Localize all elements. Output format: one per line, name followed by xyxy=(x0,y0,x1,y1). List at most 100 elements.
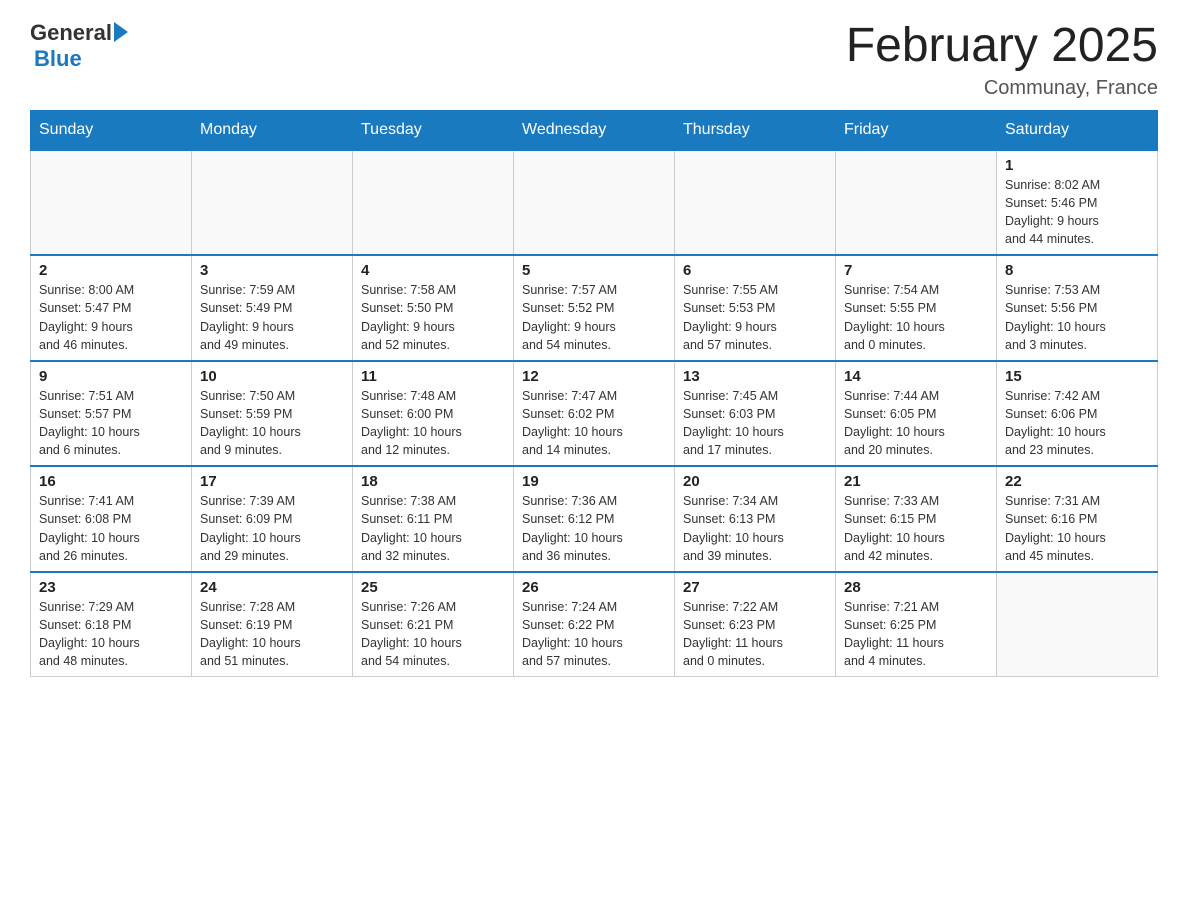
calendar-cell xyxy=(192,150,353,256)
title-block: February 2025 Communay, France xyxy=(846,20,1158,100)
calendar-cell: 16Sunrise: 7:41 AM Sunset: 6:08 PM Dayli… xyxy=(31,466,192,572)
calendar-cell: 15 Sunrise: 7:42 AM Sunset: 6:06 PM Dayli… xyxy=(997,361,1158,467)
day-number: 17 xyxy=(200,473,344,490)
calendar-week-row: 16Sunrise: 7:41 AM Sunset: 6:08 PM Dayli… xyxy=(31,466,1158,572)
day-info: Sunrise: 8:00 AM Sunset: 5:47 PM Dayligh… xyxy=(39,281,183,354)
calendar-cell: 26 Sunrise: 7:24 AM Sunset: 6:22 PM Dayli… xyxy=(514,572,675,677)
day-number: 25 xyxy=(361,579,505,596)
logo-general-text: General xyxy=(30,20,112,46)
day-number: 15 xyxy=(1005,368,1149,385)
calendar-cell: 18 Sunrise: 7:38 AM Sunset: 6:11 PM Dayli… xyxy=(353,466,514,572)
day-number: 16 xyxy=(39,473,183,490)
day-info: Sunrise: 7:42 AM Sunset: 6:06 PM Dayligh… xyxy=(1005,387,1149,460)
weekday-header-monday: Monday xyxy=(192,110,353,150)
day-info: Sunrise: 7:59 AM Sunset: 5:49 PM Dayligh… xyxy=(200,281,344,354)
calendar-week-row: 9 Sunrise: 7:51 AM Sunset: 5:57 PM Daylig… xyxy=(31,361,1158,467)
day-number: 27 xyxy=(683,579,827,596)
calendar-cell: 22Sunrise: 7:31 AM Sunset: 6:16 PM Dayli… xyxy=(997,466,1158,572)
day-info: Sunrise: 7:38 AM Sunset: 6:11 PM Dayligh… xyxy=(361,492,505,565)
day-info: Sunrise: 7:26 AM Sunset: 6:21 PM Dayligh… xyxy=(361,598,505,671)
day-number: 21 xyxy=(844,473,988,490)
day-info: Sunrise: 7:21 AM Sunset: 6:25 PM Dayligh… xyxy=(844,598,988,671)
day-number: 11 xyxy=(361,368,505,385)
calendar-cell: 3 Sunrise: 7:59 AM Sunset: 5:49 PM Daylig… xyxy=(192,255,353,361)
calendar-cell xyxy=(31,150,192,256)
day-number: 18 xyxy=(361,473,505,490)
weekday-header-saturday: Saturday xyxy=(997,110,1158,150)
day-info: Sunrise: 7:44 AM Sunset: 6:05 PM Dayligh… xyxy=(844,387,988,460)
calendar-cell: 25 Sunrise: 7:26 AM Sunset: 6:21 PM Dayli… xyxy=(353,572,514,677)
calendar-cell: 14 Sunrise: 7:44 AM Sunset: 6:05 PM Dayli… xyxy=(836,361,997,467)
day-info: Sunrise: 7:34 AM Sunset: 6:13 PM Dayligh… xyxy=(683,492,827,565)
logo-arrow-icon xyxy=(114,22,128,42)
day-number: 2 xyxy=(39,262,183,279)
day-number: 8 xyxy=(1005,262,1149,279)
day-number: 26 xyxy=(522,579,666,596)
day-number: 1 xyxy=(1005,157,1149,174)
calendar-cell: 2 Sunrise: 8:00 AM Sunset: 5:47 PM Daylig… xyxy=(31,255,192,361)
calendar-cell: 6Sunrise: 7:55 AM Sunset: 5:53 PM Daylig… xyxy=(675,255,836,361)
calendar-week-row: 2 Sunrise: 8:00 AM Sunset: 5:47 PM Daylig… xyxy=(31,255,1158,361)
day-info: Sunrise: 7:33 AM Sunset: 6:15 PM Dayligh… xyxy=(844,492,988,565)
day-number: 14 xyxy=(844,368,988,385)
day-info: Sunrise: 7:39 AM Sunset: 6:09 PM Dayligh… xyxy=(200,492,344,565)
day-number: 9 xyxy=(39,368,183,385)
day-number: 28 xyxy=(844,579,988,596)
day-info: Sunrise: 7:24 AM Sunset: 6:22 PM Dayligh… xyxy=(522,598,666,671)
calendar-cell: 4 Sunrise: 7:58 AM Sunset: 5:50 PM Daylig… xyxy=(353,255,514,361)
calendar-week-row: 23Sunrise: 7:29 AM Sunset: 6:18 PM Dayli… xyxy=(31,572,1158,677)
day-info: Sunrise: 8:02 AM Sunset: 5:46 PM Dayligh… xyxy=(1005,176,1149,249)
day-number: 3 xyxy=(200,262,344,279)
calendar-cell: 11 Sunrise: 7:48 AM Sunset: 6:00 PM Dayli… xyxy=(353,361,514,467)
day-info: Sunrise: 7:53 AM Sunset: 5:56 PM Dayligh… xyxy=(1005,281,1149,354)
calendar-cell: 12Sunrise: 7:47 AM Sunset: 6:02 PM Dayli… xyxy=(514,361,675,467)
calendar-cell: 5 Sunrise: 7:57 AM Sunset: 5:52 PM Daylig… xyxy=(514,255,675,361)
calendar-cell xyxy=(675,150,836,256)
day-number: 20 xyxy=(683,473,827,490)
logo-blue-text: Blue xyxy=(34,46,82,72)
day-info: Sunrise: 7:58 AM Sunset: 5:50 PM Dayligh… xyxy=(361,281,505,354)
weekday-header-thursday: Thursday xyxy=(675,110,836,150)
weekday-header-wednesday: Wednesday xyxy=(514,110,675,150)
calendar-cell: 24Sunrise: 7:28 AM Sunset: 6:19 PM Dayli… xyxy=(192,572,353,677)
day-info: Sunrise: 7:47 AM Sunset: 6:02 PM Dayligh… xyxy=(522,387,666,460)
month-title: February 2025 xyxy=(846,20,1158,73)
calendar-cell xyxy=(836,150,997,256)
calendar-cell: 21 Sunrise: 7:33 AM Sunset: 6:15 PM Dayli… xyxy=(836,466,997,572)
calendar-cell: 13Sunrise: 7:45 AM Sunset: 6:03 PM Dayli… xyxy=(675,361,836,467)
weekday-header-friday: Friday xyxy=(836,110,997,150)
page-header: General Blue February 2025 Communay, Fra… xyxy=(30,20,1158,100)
day-info: Sunrise: 7:48 AM Sunset: 6:00 PM Dayligh… xyxy=(361,387,505,460)
calendar-cell: 1 Sunrise: 8:02 AM Sunset: 5:46 PM Daylig… xyxy=(997,150,1158,256)
calendar-cell xyxy=(997,572,1158,677)
calendar-cell: 23Sunrise: 7:29 AM Sunset: 6:18 PM Dayli… xyxy=(31,572,192,677)
calendar-cell xyxy=(514,150,675,256)
day-info: Sunrise: 7:57 AM Sunset: 5:52 PM Dayligh… xyxy=(522,281,666,354)
calendar-cell: 7Sunrise: 7:54 AM Sunset: 5:55 PM Daylig… xyxy=(836,255,997,361)
logo: General Blue xyxy=(30,20,128,72)
day-info: Sunrise: 7:54 AM Sunset: 5:55 PM Dayligh… xyxy=(844,281,988,354)
calendar-cell: 27 Sunrise: 7:22 AM Sunset: 6:23 PM Dayli… xyxy=(675,572,836,677)
day-info: Sunrise: 7:22 AM Sunset: 6:23 PM Dayligh… xyxy=(683,598,827,671)
calendar-cell: 28 Sunrise: 7:21 AM Sunset: 6:25 PM Dayli… xyxy=(836,572,997,677)
day-info: Sunrise: 7:36 AM Sunset: 6:12 PM Dayligh… xyxy=(522,492,666,565)
weekday-header-tuesday: Tuesday xyxy=(353,110,514,150)
calendar-table: SundayMondayTuesdayWednesdayThursdayFrid… xyxy=(30,110,1158,678)
calendar-cell: 17 Sunrise: 7:39 AM Sunset: 6:09 PM Dayli… xyxy=(192,466,353,572)
calendar-cell: 20 Sunrise: 7:34 AM Sunset: 6:13 PM Dayli… xyxy=(675,466,836,572)
day-number: 6 xyxy=(683,262,827,279)
day-info: Sunrise: 7:28 AM Sunset: 6:19 PM Dayligh… xyxy=(200,598,344,671)
day-number: 5 xyxy=(522,262,666,279)
day-info: Sunrise: 7:29 AM Sunset: 6:18 PM Dayligh… xyxy=(39,598,183,671)
day-info: Sunrise: 7:50 AM Sunset: 5:59 PM Dayligh… xyxy=(200,387,344,460)
day-number: 4 xyxy=(361,262,505,279)
day-info: Sunrise: 7:31 AM Sunset: 6:16 PM Dayligh… xyxy=(1005,492,1149,565)
calendar-week-row: 1 Sunrise: 8:02 AM Sunset: 5:46 PM Daylig… xyxy=(31,150,1158,256)
calendar-cell: 10Sunrise: 7:50 AM Sunset: 5:59 PM Dayli… xyxy=(192,361,353,467)
weekday-header-row: SundayMondayTuesdayWednesdayThursdayFrid… xyxy=(31,110,1158,150)
calendar-cell: 8 Sunrise: 7:53 AM Sunset: 5:56 PM Daylig… xyxy=(997,255,1158,361)
day-number: 19 xyxy=(522,473,666,490)
day-info: Sunrise: 7:45 AM Sunset: 6:03 PM Dayligh… xyxy=(683,387,827,460)
location-title: Communay, France xyxy=(846,77,1158,100)
day-info: Sunrise: 7:51 AM Sunset: 5:57 PM Dayligh… xyxy=(39,387,183,460)
